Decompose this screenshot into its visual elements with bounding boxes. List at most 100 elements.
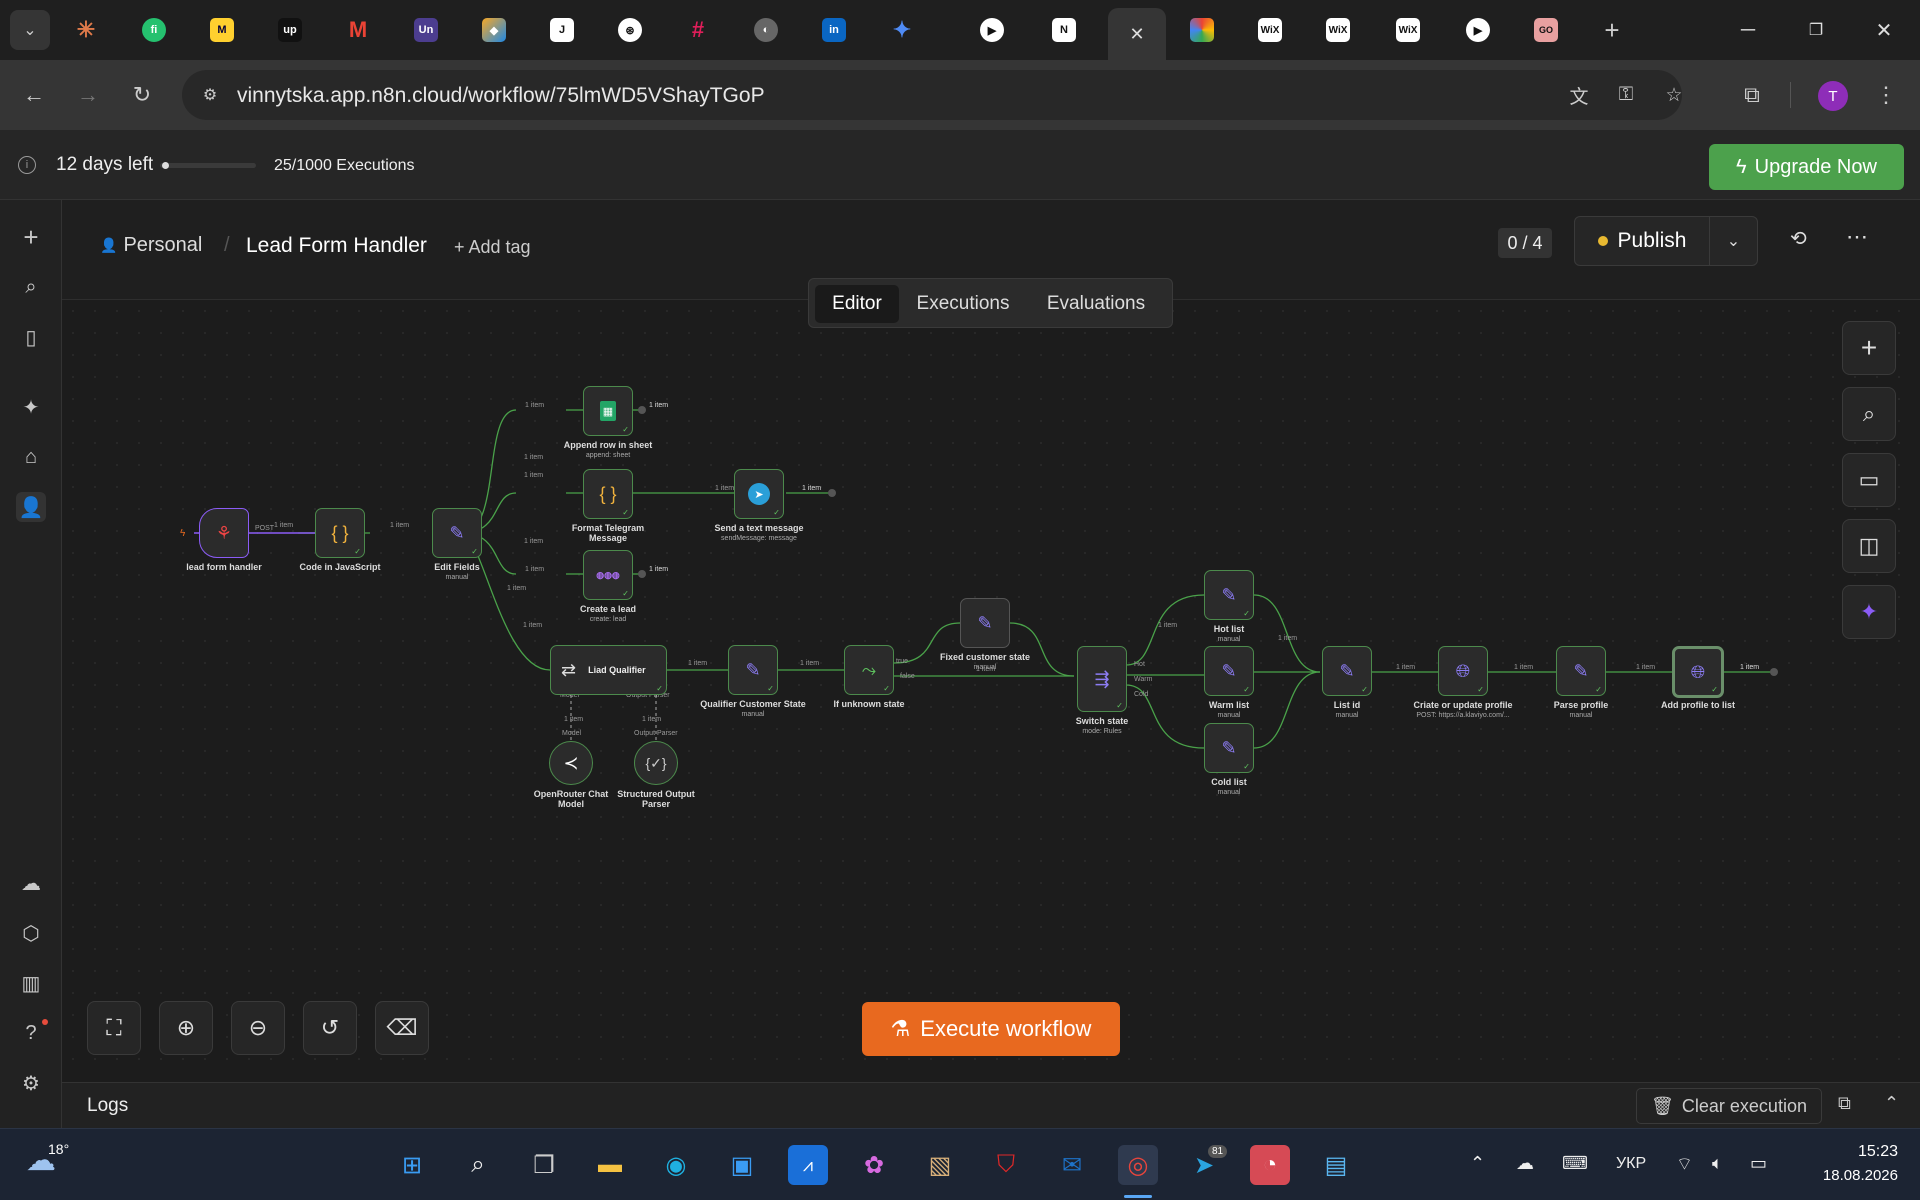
bookmark-star-icon[interactable]: ☆ — [1660, 81, 1688, 109]
node-openrouter[interactable]: ≺ — [549, 741, 593, 785]
plus-icon[interactable]: + — [16, 222, 46, 252]
battery-icon[interactable]: ▭ — [1750, 1153, 1767, 1174]
address-bar[interactable]: ⚙ vinnytska.app.n8n.cloud/workflow/75lmW… — [182, 70, 1683, 120]
tab-editor[interactable]: Editor — [815, 285, 899, 323]
node-output-parser[interactable]: {✓} — [634, 741, 678, 785]
tab-search-dropdown-icon[interactable]: ⌄ — [10, 10, 50, 50]
breadcrumb[interactable]: 👤 Personal — [100, 234, 202, 257]
tidy-up-button[interactable]: ⌫ — [375, 1001, 429, 1055]
history-icon[interactable]: ⟲ — [1790, 226, 1807, 251]
node-cold-list[interactable]: ✎ ✓ — [1204, 723, 1254, 773]
tab-wix-1[interactable]: WiX — [1240, 8, 1300, 52]
node-fixed-state[interactable]: ✎ — [960, 598, 1010, 648]
tab-evaluations[interactable]: Evaluations — [1027, 285, 1165, 323]
node-create-profile[interactable]: 🌐︎ ✓ — [1438, 646, 1488, 696]
execute-workflow-button[interactable]: ⚗ Execute workflow — [862, 1002, 1120, 1056]
home-icon[interactable]: ⌂ — [16, 442, 46, 472]
node-switch-state[interactable]: ⇶ ✓ — [1077, 646, 1127, 712]
more-options-icon[interactable]: ⋯ — [1846, 224, 1868, 250]
back-icon[interactable]: ← — [14, 75, 54, 115]
new-tab-button[interactable]: + — [1592, 10, 1632, 50]
cloud-icon[interactable]: ☁ — [16, 868, 46, 898]
taskbar-search-icon[interactable]: ⌕ — [458, 1145, 498, 1185]
node-warm-list[interactable]: ✎ ✓ — [1204, 646, 1254, 696]
chevron-up-icon[interactable]: ⌃ — [1884, 1093, 1899, 1114]
tab-page[interactable]: J — [532, 8, 592, 52]
tab-chatgpt[interactable]: ⊛ — [600, 8, 660, 52]
task-view-icon[interactable]: ❐ — [524, 1145, 564, 1185]
undo-button[interactable]: ↺ — [303, 1001, 357, 1055]
add-node-button[interactable]: + — [1842, 321, 1896, 375]
clock-time[interactable]: 15:23 — [1836, 1143, 1898, 1161]
edge-icon[interactable]: ◉ — [656, 1145, 696, 1185]
tab-web[interactable]: ◐ — [736, 8, 796, 52]
search-icon[interactable]: ⌕ — [16, 272, 46, 302]
node-append-row[interactable]: ▦ ✓ — [583, 386, 633, 436]
tab-zoom-2[interactable]: ▶ — [1448, 8, 1508, 52]
chart-icon[interactable]: ▥ — [16, 968, 46, 998]
tab-miro[interactable]: M — [192, 8, 252, 52]
tab-close-icon[interactable]: ✕ — [1129, 24, 1144, 45]
ai-assistant-button[interactable]: ✦ — [1842, 585, 1896, 639]
upgrade-now-button[interactable]: ϟ Upgrade Now — [1709, 144, 1904, 190]
tab-color[interactable] — [1172, 8, 1232, 52]
start-icon[interactable]: ⊞ — [392, 1145, 432, 1185]
clear-execution-button[interactable]: 🗑︎ Clear execution — [1636, 1088, 1822, 1124]
url-text[interactable]: vinnytska.app.n8n.cloud/workflow/75lmWD5… — [237, 84, 765, 108]
tab-zoom[interactable]: ▶ — [962, 8, 1022, 52]
tab-box[interactable]: ◆ — [464, 8, 524, 52]
volume-icon[interactable]: 🔈︎ — [1712, 1153, 1723, 1174]
node-code-js[interactable]: { } ✓ — [315, 508, 365, 558]
keyboard-icon[interactable]: ⌨ — [1562, 1153, 1588, 1174]
node-format-telegram[interactable]: { } ✓ — [583, 469, 633, 519]
tab-wix-2[interactable]: WiX — [1308, 8, 1368, 52]
breadcrumb-project[interactable]: Personal — [123, 234, 202, 257]
tray-chevron-icon[interactable]: ⌃ — [1470, 1153, 1485, 1174]
add-output-handle[interactable] — [638, 406, 646, 414]
sparkles-icon[interactable]: ✦ — [16, 392, 46, 422]
cube-icon[interactable]: ⬡ — [16, 918, 46, 948]
site-info-icon[interactable]: ⚙ — [196, 81, 224, 109]
workflow-canvas[interactable]: POST 1 item 1 item 1 item 1 item 1 item … — [62, 300, 1920, 1080]
clock-date[interactable]: 18.08.2026 — [1810, 1167, 1898, 1184]
tab-notion[interactable]: N — [1034, 8, 1094, 52]
add-output-handle[interactable] — [1770, 668, 1778, 676]
app-dice-icon[interactable]: ▧ — [920, 1145, 960, 1185]
chevron-down-icon[interactable]: ⌄ — [1709, 217, 1757, 265]
tab-unbounce[interactable]: Un — [396, 8, 456, 52]
node-qualifier-state[interactable]: ✎ ✓ — [728, 645, 778, 695]
sidebar-toggle-icon[interactable]: ▯ — [16, 322, 46, 352]
tab-slack[interactable]: # — [668, 8, 728, 52]
settings-gear-icon[interactable]: ⚙ — [16, 1068, 46, 1098]
minimize-icon[interactable]: ─ — [1730, 14, 1766, 46]
publish-button[interactable]: Publish — [1575, 217, 1709, 265]
password-key-icon[interactable]: ⚿ — [1612, 81, 1640, 109]
add-output-handle[interactable] — [638, 570, 646, 578]
file-explorer-icon[interactable]: ▬ — [590, 1145, 630, 1185]
node-create-lead[interactable]: ◍◍◍ ✓ — [583, 550, 633, 600]
tab-claude[interactable]: ✳ — [56, 8, 116, 52]
zoom-in-button[interactable]: ⊕ — [159, 1001, 213, 1055]
node-add-profile-selected[interactable]: 🌐︎ ✓ — [1672, 646, 1724, 698]
tab-freshdesk[interactable]: fi — [124, 8, 184, 52]
outlook-icon[interactable]: ✉ — [1052, 1145, 1092, 1185]
node-parse-profile[interactable]: ✎ ✓ — [1556, 646, 1606, 696]
profile-avatar[interactable]: T — [1818, 81, 1848, 111]
browser-menu-icon[interactable]: ⋮ — [1866, 75, 1906, 115]
zoom-out-button[interactable]: ⊖ — [231, 1001, 285, 1055]
sticky-note-button[interactable]: ▭ — [1842, 453, 1896, 507]
logs-panel[interactable]: Logs 🗑︎ Clear execution ⧉ ⌃ — [62, 1082, 1920, 1128]
azure-icon[interactable]: ⩘ — [788, 1145, 828, 1185]
user-icon[interactable]: 👤 — [16, 492, 46, 522]
tab-upwork[interactable]: up — [260, 8, 320, 52]
translate-icon[interactable]: 文 — [1565, 81, 1593, 109]
tab-n8n-active[interactable]: ✕ — [1108, 8, 1166, 60]
tab-linkedin[interactable]: in — [804, 8, 864, 52]
search-nodes-button[interactable]: ⌕ — [1842, 387, 1896, 441]
node-send-telegram[interactable]: ➤ ✓ — [734, 469, 784, 519]
node-lead-form-handler[interactable]: ⚘ — [199, 508, 249, 558]
language-indicator[interactable]: УКР — [1616, 1155, 1646, 1173]
speedtest-icon[interactable]: ◔ — [1250, 1145, 1290, 1185]
extensions-icon[interactable]: ⧉ — [1732, 75, 1772, 115]
add-tag-button[interactable]: + Add tag — [454, 237, 531, 258]
